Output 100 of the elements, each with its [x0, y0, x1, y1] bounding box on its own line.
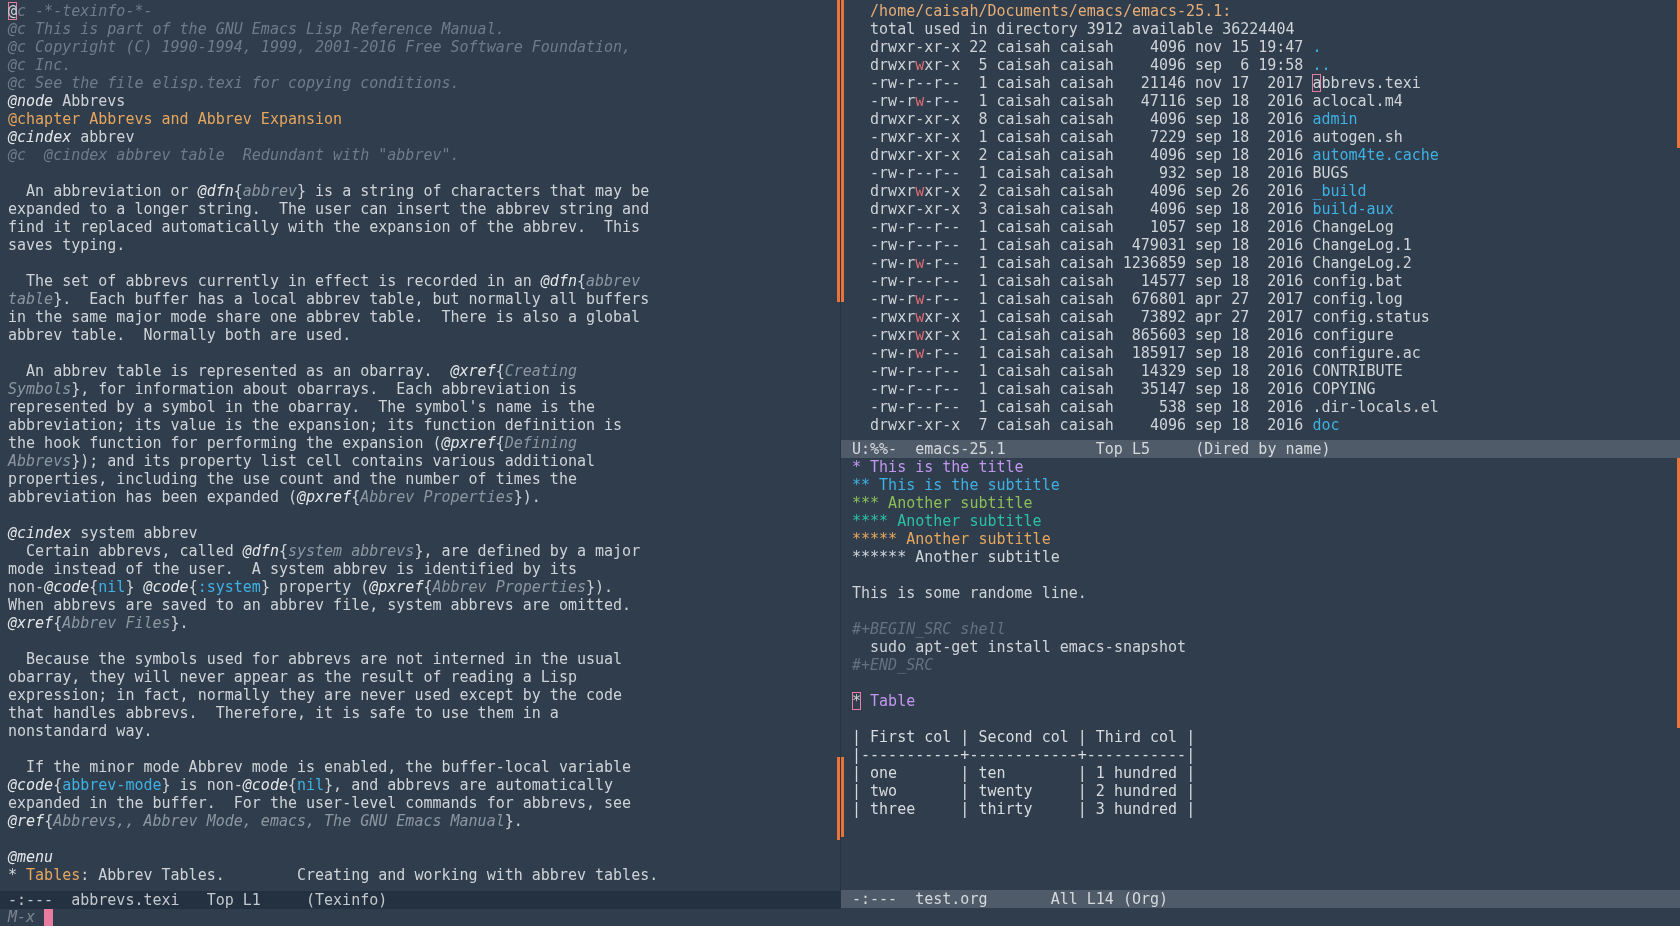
buffer-name: emacs-25.1	[915, 440, 1007, 458]
file-name[interactable]: ChangeLog	[1312, 218, 1394, 236]
owner-name: caisah	[996, 272, 1051, 290]
file-name[interactable]: configure	[1312, 326, 1394, 344]
buffer-name: test.org	[915, 890, 989, 908]
file-size: 4096	[1149, 56, 1186, 74]
owner-name: caisah	[996, 92, 1051, 110]
file-name[interactable]: BUGS	[1312, 164, 1349, 182]
text-line: obarray, they will never appear as the result of reading a Lisp	[8, 668, 578, 686]
owner-name: caisah	[996, 38, 1051, 56]
text-line: sudo apt-get install emacs-snapshot	[869, 638, 1188, 656]
text-line: ** This is the subtitle	[852, 476, 1061, 494]
text-line: properties, including the use count and the number of times the	[8, 470, 578, 488]
file-name[interactable]: config.log	[1312, 290, 1403, 308]
file-size: 4096	[1149, 182, 1186, 200]
major-mode: (Texinfo)	[306, 891, 388, 909]
group-name: caisah	[1059, 218, 1114, 236]
text-line: @cindex abbrev	[8, 128, 136, 146]
file-mode: drwxr-xr-x	[870, 200, 961, 218]
text-line: abbreviation has been expanded (@pxref{Abbrev Properties}).	[8, 488, 542, 506]
text-line: | First col | Second col | Third col |	[852, 728, 1197, 746]
file-size: 676801	[1131, 290, 1186, 308]
text-line: **** Another subtitle	[852, 512, 1043, 530]
group-name: caisah	[1059, 74, 1114, 92]
group-name: caisah	[1059, 92, 1114, 110]
major-mode: (Org)	[1122, 890, 1169, 908]
file-name[interactable]: aclocal.m4	[1312, 92, 1403, 110]
text-line: @c @cindex abbrev table Redundant with "abbrev".	[8, 146, 461, 164]
text-line: expanded in the buffer. For the user-level commands for abbrevs, see	[8, 794, 633, 812]
group-name: caisah	[1059, 416, 1114, 434]
buffer-name: abbrevs.texi	[71, 891, 181, 909]
group-name: caisah	[1059, 38, 1114, 56]
group-name: caisah	[1059, 362, 1114, 380]
group-name: caisah	[1059, 182, 1114, 200]
text-line: @code{abbrev-mode} is non-@code{nil}, and abbrevs are automatically	[8, 776, 615, 794]
group-name: caisah	[1059, 56, 1114, 74]
file-date: sep 18 2016	[1195, 236, 1304, 254]
text-line: @node Abbrevs	[8, 92, 127, 110]
buffer-position: All L14	[1050, 890, 1115, 908]
file-name[interactable]: _build	[1312, 182, 1367, 200]
file-name[interactable]: .dir-locals.el	[1312, 398, 1439, 416]
owner-name: caisah	[996, 344, 1051, 362]
owner-name: caisah	[996, 164, 1051, 182]
group-name: caisah	[1059, 308, 1114, 326]
text-cursor	[44, 909, 54, 926]
file-date: sep 18 2016	[1195, 146, 1304, 164]
text-line: Because the symbols used for abbrevs are not interned in the usual	[25, 650, 624, 668]
text-line: in the same major mode share one abbrev table. There is also a global	[8, 308, 642, 326]
file-name[interactable]: autom4te.cache	[1312, 146, 1439, 164]
file-date: sep 18 2016	[1195, 128, 1304, 146]
file-date: sep 6 19:58	[1195, 56, 1304, 74]
file-size: 47116	[1140, 92, 1186, 110]
file-name[interactable]: ChangeLog.2	[1312, 254, 1412, 272]
file-name[interactable]: doc	[1312, 416, 1340, 434]
link-count: 8	[978, 110, 988, 128]
file-name[interactable]: build-aux	[1312, 200, 1394, 218]
file-date: sep 18 2016	[1195, 164, 1304, 182]
file-name[interactable]: config.status	[1312, 308, 1430, 326]
file-name[interactable]: COPYING	[1312, 380, 1376, 398]
text-line: ***** Another subtitle	[852, 530, 1052, 548]
owner-name: caisah	[996, 146, 1051, 164]
file-name[interactable]: admin	[1312, 110, 1358, 128]
file-size: 4096	[1149, 416, 1186, 434]
file-name[interactable]: configure.ac	[1312, 344, 1421, 362]
file-name[interactable]: ..	[1312, 56, 1331, 74]
text-line: @menu	[8, 848, 55, 866]
file-date: sep 18 2016	[1195, 380, 1304, 398]
file-size: 14329	[1140, 362, 1186, 380]
group-name: caisah	[1059, 272, 1114, 290]
file-date: sep 18 2016	[1195, 200, 1304, 218]
buffer-position: Top L5	[1095, 440, 1151, 458]
text-line: An abbrev table is represented as an obarray. @xref{Creating	[25, 362, 578, 380]
file-name[interactable]: config.bat	[1312, 272, 1403, 290]
group-name: caisah	[1059, 344, 1114, 362]
file-name[interactable]: .	[1312, 38, 1322, 56]
link-count: 1	[978, 128, 988, 146]
link-count: 1	[978, 218, 988, 236]
text-line: nonstandard way.	[8, 722, 154, 740]
file-name[interactable]: autogen.sh	[1312, 128, 1403, 146]
file-size: 1057	[1149, 218, 1186, 236]
owner-name: caisah	[996, 74, 1051, 92]
file-mode: -rw-r--r--	[870, 380, 961, 398]
link-count: 1	[978, 308, 988, 326]
file-name[interactable]: ChangeLog.1	[1312, 236, 1412, 254]
link-count: 1	[978, 344, 988, 362]
buffer-status: -:---	[8, 891, 55, 909]
file-size: 1236859	[1122, 254, 1186, 272]
text-line: abbreviation; its value is the expansion; its function definition is	[8, 416, 624, 434]
file-size: 14577	[1140, 272, 1186, 290]
owner-name: caisah	[996, 254, 1051, 272]
file-date: sep 18 2016	[1195, 416, 1304, 434]
file-name[interactable]: CONTRIBUTE	[1312, 362, 1403, 380]
link-count: 3	[978, 200, 988, 218]
file-mode: -rw-r--r--	[870, 398, 961, 416]
file-mode: drwxr-xr-x	[870, 416, 961, 434]
text-line: saves typing.	[8, 236, 127, 254]
owner-name: caisah	[996, 236, 1051, 254]
group-name: caisah	[1059, 200, 1114, 218]
file-date: sep 18 2016	[1195, 362, 1304, 380]
file-mode: -rw-r--r--	[870, 74, 961, 92]
